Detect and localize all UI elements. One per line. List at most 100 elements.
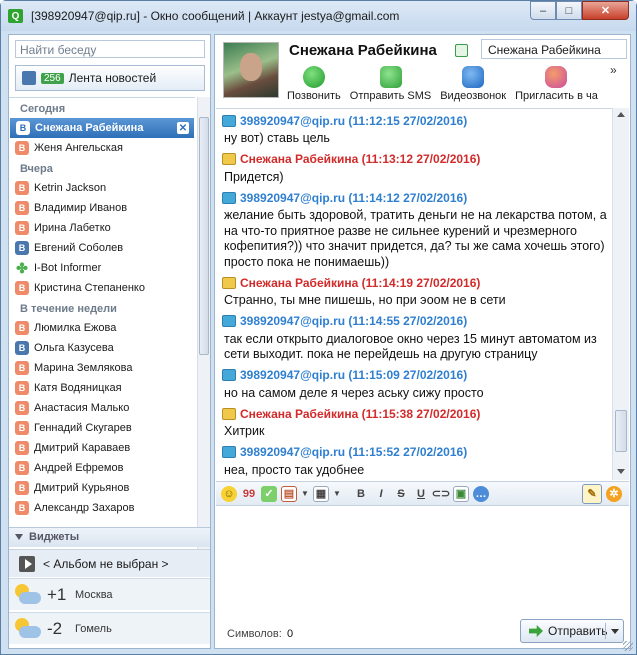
contact-nick-field[interactable]: Снежана Рабейкина: [481, 39, 627, 59]
image-icon[interactable]: ▣: [453, 485, 469, 502]
send-sms-button[interactable]: Отправить SMS: [350, 66, 431, 106]
message-sender-time: 398920947@qip.ru (11:15:09 27/02/2016): [240, 368, 468, 382]
weather-temperature: -2: [47, 618, 63, 638]
weather-city: Москва: [75, 588, 113, 601]
contact-actions: Позвонить Отправить SMS Видеозвонок Приг…: [287, 66, 607, 106]
incoming-message-icon: [222, 407, 236, 420]
news-feed-count-badge: 256: [41, 72, 64, 84]
contact-list-scroll-thumb[interactable]: [199, 117, 209, 355]
conversation-search-input[interactable]: Найти беседу: [15, 40, 205, 58]
message-header: Снежана Рабейкина (11:13:12 27/02/2016): [222, 150, 613, 169]
close-conversation-icon[interactable]: ✕: [177, 122, 189, 134]
message-input[interactable]: [216, 507, 629, 613]
contact-list-scrollbar[interactable]: [197, 97, 210, 554]
settings-gear-icon[interactable]: ✲: [606, 485, 622, 502]
video-call-button[interactable]: Видеозвонок: [440, 66, 506, 106]
contact-item[interactable]: В Катя Водяницкая: [9, 378, 195, 398]
message-history-scrollbar[interactable]: [612, 108, 629, 480]
quote-icon[interactable]: 99: [241, 486, 257, 502]
album-widget[interactable]: < Альбом не выбран >: [9, 549, 210, 577]
format-toolbar: ☺ 99 ✓ ▤ ▼ ▦ ▼ B I S U ⊂⊃ ▣ … ✎ ✲: [216, 481, 629, 506]
minimize-button[interactable]: –: [530, 1, 556, 20]
outgoing-message-icon: [222, 114, 236, 127]
contact-item[interactable]: В Дмитрий Караваев: [9, 438, 195, 458]
outgoing-message-icon: [222, 369, 236, 381]
smiley-icon[interactable]: ☺: [221, 485, 237, 502]
calendar-dropdown-icon[interactable]: ▼: [301, 486, 309, 502]
contact-item[interactable]: В Дмитрий Курьянов: [9, 478, 195, 498]
bold-icon[interactable]: B: [353, 486, 369, 502]
window-title: [398920947@qip.ru] - Окно сообщений | Ак…: [31, 9, 400, 23]
contact-item[interactable]: В Снежана Рабейкина ✕: [10, 118, 194, 138]
contact-item[interactable]: В Андрей Ефремов: [9, 458, 195, 478]
contact-item[interactable]: В Геннадий Скугарев: [9, 418, 195, 438]
message-sender-time: Снежана Рабейкина (11:15:38 27/02/2016): [240, 406, 481, 421]
contact-item[interactable]: В Ирина Лабетко: [9, 218, 195, 238]
contact-item[interactable]: В Люмилка Ежова: [9, 318, 195, 338]
vk-icon: В: [15, 361, 29, 375]
resize-grip[interactable]: [623, 641, 633, 651]
more-format-icon[interactable]: …: [473, 485, 489, 502]
spellcheck-icon[interactable]: ✎: [582, 483, 602, 504]
calendar-icon[interactable]: ▤: [281, 485, 297, 502]
title-bar[interactable]: Q [398920947@qip.ru] - Окно сообщений | …: [1, 1, 636, 31]
emoticon-pack-icon[interactable]: ✓: [261, 485, 277, 502]
contact-name-label: Катя Водяницкая: [34, 382, 122, 394]
message-header: 398920947@qip.ru (11:12:15 27/02/2016): [222, 111, 613, 130]
send-button[interactable]: Отправить: [520, 619, 624, 643]
call-button[interactable]: Позвонить: [287, 66, 341, 106]
contact-item[interactable]: В Женя Ангельская: [9, 138, 195, 158]
message-sender-time: Снежана Рабейкина (11:13:12 27/02/2016): [240, 152, 481, 166]
contact-group-header: В течение недели: [20, 303, 117, 315]
weather-city: Гомель: [75, 622, 112, 635]
play-icon[interactable]: [19, 555, 35, 572]
contact-item[interactable]: В Ольга Казусева: [9, 338, 195, 358]
vk-icon: В: [16, 121, 30, 135]
collapse-triangle-icon: [15, 534, 23, 540]
scroll-up-arrow-icon[interactable]: [617, 112, 625, 117]
contact-item[interactable]: В Владимир Иванов: [9, 198, 195, 218]
vk-icon: В: [15, 321, 29, 335]
weather-widget-gomel[interactable]: -2 Гомель: [9, 612, 210, 644]
contact-name-label: Геннадий Скугарев: [34, 422, 132, 434]
message-history-scroll-thumb[interactable]: [615, 410, 627, 452]
link-icon[interactable]: ⊂⊃: [432, 486, 450, 502]
message-sender-time: Снежана Рабейкина (11:14:19 27/02/2016): [240, 275, 481, 290]
widgets-header[interactable]: Виджеты: [9, 527, 210, 547]
contact-name-label: Андрей Ефремов: [34, 462, 124, 474]
contact-item[interactable]: В Марина Землякова: [9, 358, 195, 378]
strikethrough-icon[interactable]: S: [393, 486, 409, 502]
contact-item[interactable]: В Кристина Степаненко: [9, 278, 195, 298]
invite-to-chat-button[interactable]: Пригласить в ча: [515, 66, 598, 106]
contact-item[interactable]: В Ketrin Jackson: [9, 178, 195, 198]
phone-icon: [302, 66, 325, 88]
contact-avatar[interactable]: [223, 42, 279, 98]
maximize-button[interactable]: □: [556, 1, 582, 20]
send-label: Отправить: [548, 624, 608, 638]
contact-item[interactable]: В Анастасия Малько: [9, 398, 195, 418]
contact-name: Снежана Рабейкина: [289, 42, 437, 59]
weather-widget-moscow[interactable]: +1 Москва: [9, 578, 210, 610]
underline-icon[interactable]: U: [413, 486, 429, 502]
message-header: Снежана Рабейкина (11:14:19 27/02/2016): [222, 273, 613, 292]
contact-card-icon[interactable]: [455, 44, 468, 57]
contact-item[interactable]: В Евгений Соболев: [9, 238, 195, 258]
contact-item[interactable]: В Александр Захаров: [9, 498, 195, 518]
news-feed-button[interactable]: 256 Лента новостей: [15, 65, 205, 91]
send-options-dropdown-icon[interactable]: [611, 629, 619, 634]
char-counter-label: Символов:: [227, 628, 282, 640]
scroll-down-arrow-icon[interactable]: [617, 469, 625, 474]
close-button[interactable]: ✕: [582, 1, 629, 20]
vk-icon: В: [15, 141, 29, 155]
message-sender-time: 398920947@qip.ru (11:14:55 27/02/2016): [240, 314, 468, 328]
more-actions-button[interactable]: »: [610, 63, 617, 77]
contact-item[interactable]: ✤ I-Bot Informer: [9, 258, 195, 278]
template-icon[interactable]: ▦: [313, 485, 329, 502]
sms-icon: [379, 66, 402, 88]
italic-icon[interactable]: I: [373, 486, 389, 502]
invite-label: Пригласить в ча: [515, 90, 598, 102]
contact-name-label: Евгений Соболев: [34, 242, 124, 254]
template-dropdown-icon[interactable]: ▼: [333, 486, 341, 502]
partly-cloudy-icon: [13, 616, 41, 642]
album-label: < Альбом не выбран >: [43, 556, 169, 571]
